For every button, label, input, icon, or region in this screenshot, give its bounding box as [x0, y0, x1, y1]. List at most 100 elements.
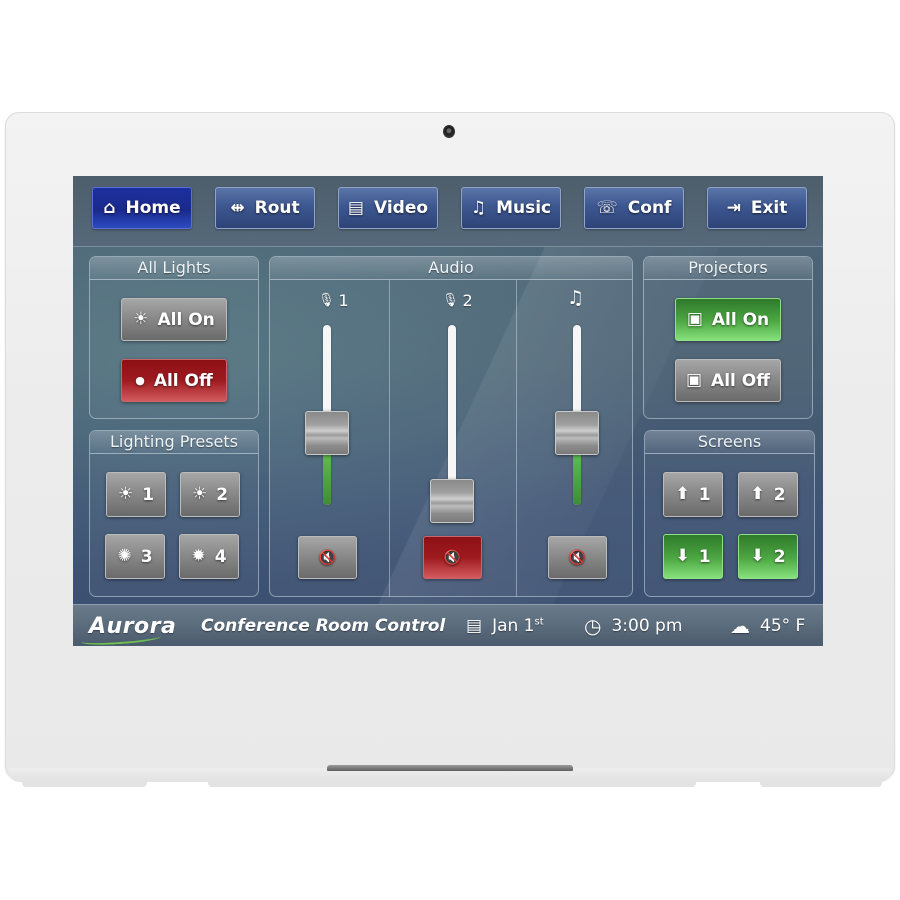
nav-label: Home: [125, 198, 181, 218]
microphone-icon: 🎙: [442, 293, 459, 308]
music-note-icon: ♫: [470, 197, 487, 218]
arrow-down-icon: ⬇: [750, 546, 765, 566]
panel-title: Projectors: [644, 257, 812, 280]
screen-1-up-button[interactable]: ⬆ 1: [663, 472, 723, 517]
touch-screen: ⌂ Home ⇹ Rout ▤ Video ♫ Music ☏ Conf ⇥ E…: [73, 176, 823, 646]
date-main: Jan 1: [492, 616, 535, 636]
projectors-all-off-button[interactable]: ▣ All Off: [675, 359, 781, 402]
room-title: Conference Room Control: [201, 605, 445, 646]
channel-2-mute-button[interactable]: 🔇: [423, 536, 482, 579]
nav-video-button[interactable]: ▤ Video: [338, 187, 438, 229]
button-label: 1: [698, 546, 711, 567]
route-icon: ⇹: [230, 197, 245, 218]
projector-icon: ▣: [685, 370, 703, 390]
screen-2-down-button[interactable]: ⬇ 2: [738, 534, 798, 579]
button-label: All On: [711, 309, 770, 330]
panel-title: Lighting Presets: [90, 431, 258, 454]
device-foot: [760, 780, 882, 787]
lighting-preset-2-button[interactable]: ☀ 2: [180, 472, 240, 517]
projectors-panel: Projectors ▣ All On ▣ All Off: [643, 256, 813, 419]
screen-1-down-button[interactable]: ⬇ 1: [663, 534, 723, 579]
speaker-mute-icon: 🔇: [443, 549, 462, 566]
temperature-text: 45° F: [760, 616, 806, 636]
button-label: All Off: [153, 370, 213, 391]
nav-label: Conf: [627, 198, 672, 218]
exit-icon: ⇥: [726, 197, 741, 218]
arrow-up-icon: ⬆: [750, 484, 765, 504]
nav-label: Rout: [254, 198, 300, 218]
nav-home-button[interactable]: ⌂ Home: [92, 187, 192, 229]
speaker-slot: [327, 765, 573, 771]
button-label: All On: [157, 309, 215, 330]
channel-number: 2: [462, 291, 473, 310]
lights-all-off-button[interactable]: ● All Off: [121, 359, 227, 402]
light-bulb-on-icon: ☀: [133, 309, 149, 329]
light-bulb-off-icon: ●: [135, 374, 145, 387]
light-bulb-icon: ☀: [191, 484, 208, 504]
channel-3-label: ♫: [567, 289, 584, 308]
nav-music-button[interactable]: ♫ Music: [461, 187, 561, 229]
button-label: 1: [142, 484, 155, 505]
music-note-icon: ♫: [567, 287, 585, 309]
light-bulb-icon: ✹: [191, 546, 206, 566]
button-label: 4: [214, 546, 227, 567]
lighting-preset-1-button[interactable]: ☀ 1: [106, 472, 166, 517]
button-label: 3: [140, 546, 153, 567]
button-label: 2: [216, 484, 229, 505]
button-label: All Off: [711, 370, 770, 391]
microphone-icon: 🎙: [318, 293, 335, 308]
brand-logo: Aurora: [80, 605, 176, 646]
channel-2-fader-thumb[interactable]: [430, 479, 474, 523]
all-lights-panel: All Lights ☀ All On ● All Off: [89, 256, 259, 419]
speaker-mute-icon: 🔇: [568, 549, 587, 566]
nav-label: Exit: [750, 198, 788, 218]
clock-icon: ◷: [584, 614, 602, 638]
channel-1-mute-button[interactable]: 🔇: [298, 536, 357, 579]
screens-panel: Screens ⬆ 1 ⬆ 2 ⬇ 1 ⬇ 2: [644, 430, 815, 597]
channel-3-fader-thumb[interactable]: [555, 411, 599, 455]
projector-icon: ▣: [686, 309, 703, 329]
audio-panel: Audio 🎙 1 🔇 🎙 2 🔇 ♫ 🔇: [269, 256, 633, 597]
panel-title: Audio: [270, 257, 632, 280]
speaker-mute-icon: 🔇: [318, 549, 337, 566]
channel-1-label: 🎙 1: [318, 291, 349, 310]
button-label: 2: [773, 484, 786, 505]
channel-2-fader-track[interactable]: [448, 325, 456, 505]
top-nav-bar: ⌂ Home ⇹ Rout ▤ Video ♫ Music ☏ Conf ⇥ E…: [73, 176, 823, 247]
calendar-icon: ▤: [466, 615, 483, 636]
camera-lens: [443, 125, 455, 138]
date-text: Jan 1st: [492, 616, 544, 636]
aurora-logo: Aurora: [80, 614, 176, 646]
channel-divider: [516, 280, 517, 597]
nav-rout-button[interactable]: ⇹ Rout: [215, 187, 315, 229]
channel-divider: [389, 280, 390, 597]
panel-title: All Lights: [90, 257, 258, 280]
screen-2-up-button[interactable]: ⬆ 2: [738, 472, 798, 517]
cloud-weather-icon: ☁: [730, 614, 750, 638]
film-icon: ▤: [347, 197, 364, 218]
date-suffix: st: [534, 616, 544, 628]
panel-title: Screens: [645, 431, 814, 454]
lights-all-on-button[interactable]: ☀ All On: [121, 298, 227, 341]
time-text: 3:00 pm: [611, 616, 683, 636]
lighting-preset-3-button[interactable]: ✺ 3: [105, 534, 165, 579]
nav-label: Music: [496, 198, 552, 218]
nav-exit-button[interactable]: ⇥ Exit: [707, 187, 807, 229]
light-bulb-icon: ☀: [117, 484, 134, 504]
arrow-up-icon: ⬆: [675, 484, 690, 504]
arrow-down-icon: ⬇: [675, 546, 690, 566]
status-bar: Aurora Conference Room Control ▤ Jan 1st…: [73, 604, 823, 646]
nav-label: Video: [373, 198, 429, 218]
home-icon: ⌂: [103, 197, 116, 218]
channel-1-fader-thumb[interactable]: [305, 411, 349, 455]
channel-number: 1: [338, 291, 349, 310]
room-title-text: Conference Room Control: [201, 616, 446, 636]
weather-display: ☁ 45° F: [730, 605, 805, 646]
date-display: ▤ Jan 1st: [466, 605, 544, 646]
lighting-preset-4-button[interactable]: ✹ 4: [179, 534, 239, 579]
device-foot: [208, 780, 696, 787]
nav-conf-button[interactable]: ☏ Conf: [584, 187, 684, 229]
light-bulb-icon: ✺: [117, 546, 132, 566]
projectors-all-on-button[interactable]: ▣ All On: [675, 298, 781, 341]
channel-3-mute-button[interactable]: 🔇: [548, 536, 607, 579]
